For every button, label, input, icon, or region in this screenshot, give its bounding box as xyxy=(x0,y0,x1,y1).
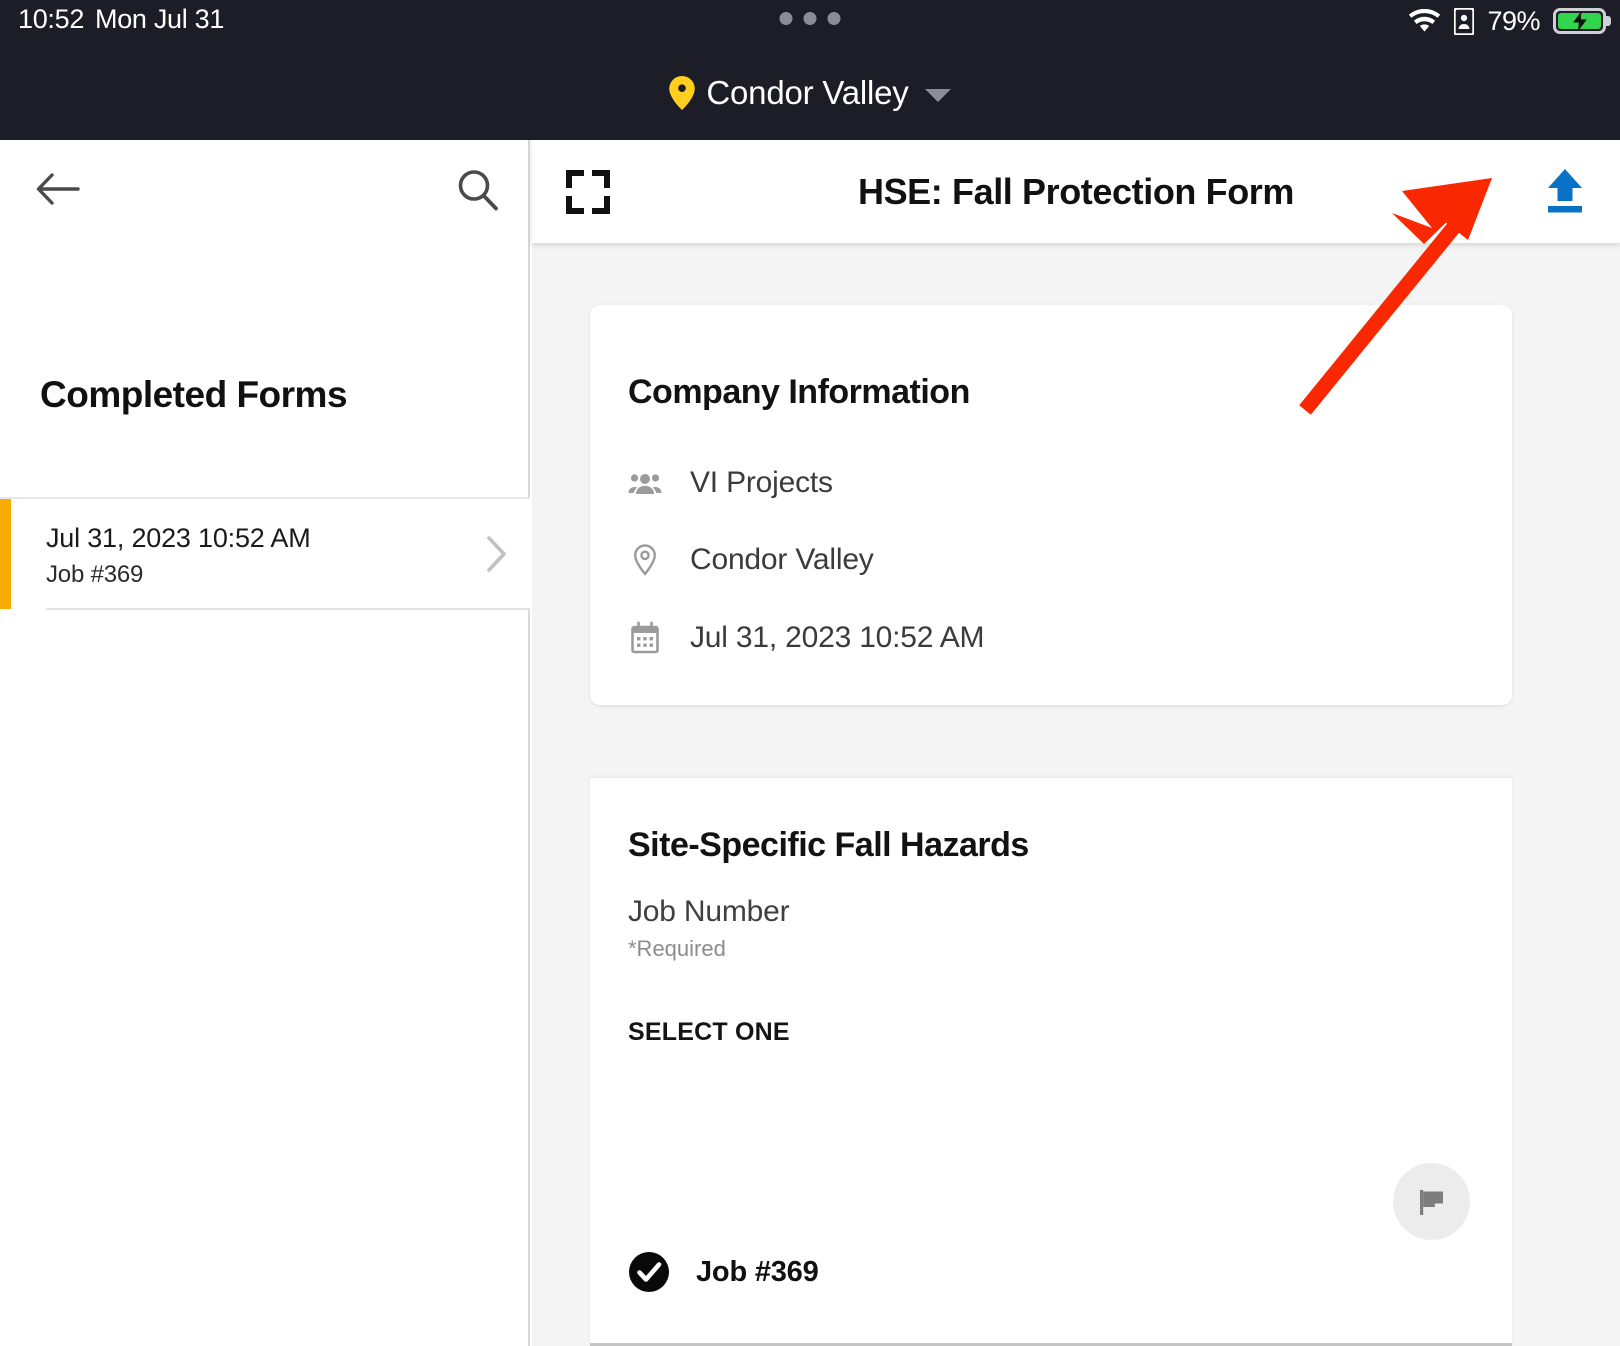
battery-fill xyxy=(1558,10,1601,32)
upload-icon[interactable] xyxy=(1540,166,1590,216)
option-label: Job #369 xyxy=(696,1255,819,1288)
battery-percent: 79% xyxy=(1487,5,1540,36)
company-name: VI Projects xyxy=(690,466,833,499)
form-detail-header: HSE: Fall Protection Form xyxy=(532,140,1620,243)
company-row-company: VI Projects xyxy=(628,466,833,500)
sidebar-toolbar xyxy=(0,140,530,250)
flag-icon xyxy=(1419,1189,1443,1215)
company-date: Jul 31, 2023 10:52 AM xyxy=(690,621,985,654)
select-one-instruction: SELECT ONE xyxy=(628,1018,790,1046)
search-icon[interactable] xyxy=(454,166,502,214)
flag-button[interactable] xyxy=(1393,1163,1470,1240)
status-bar-right-cluster: 79% xyxy=(1408,0,1606,42)
battery-charging-icon xyxy=(1553,8,1606,34)
required-note: *Required xyxy=(628,936,726,961)
people-group-icon xyxy=(628,474,662,494)
dot-2 xyxy=(803,12,817,25)
company-row-location: Condor Valley xyxy=(628,543,874,577)
field-label-job-number: Job Number xyxy=(628,895,790,928)
check-circle-icon xyxy=(629,1252,669,1292)
list-item-title: Jul 31, 2023 10:52 AM xyxy=(46,523,311,553)
card-heading: Site-Specific Fall Hazards xyxy=(628,826,1029,864)
three-dots-indicator xyxy=(779,12,841,25)
top-chrome: 10:52 Mon Jul 31 79% Condor Valley xyxy=(0,0,1620,140)
form-title: HSE: Fall Protection Form xyxy=(857,170,1295,212)
list-item[interactable]: Jul 31, 2023 10:52 AM Job #369 xyxy=(0,499,530,609)
site-specific-fall-hazards-card: Site-Specific Fall Hazards Job Number *R… xyxy=(590,778,1512,1346)
back-arrow-icon[interactable] xyxy=(36,172,80,206)
company-information-card: Company Information VI Projects Condor V… xyxy=(590,305,1512,705)
company-row-date: Jul 31, 2023 10:52 AM xyxy=(628,621,985,655)
location-selector[interactable]: Condor Valley xyxy=(0,48,1620,138)
page-title: Completed Forms xyxy=(40,374,348,415)
chevron-down-icon[interactable] xyxy=(924,88,951,102)
list-item-subtitle: Job #369 xyxy=(46,561,144,588)
status-bar-time: 10:52 xyxy=(18,4,85,34)
company-location: Condor Valley xyxy=(690,543,874,576)
option-job-369[interactable]: Job #369 xyxy=(628,1251,819,1293)
completed-forms-sidebar: Completed Forms Jul 31, 2023 10:52 AM Jo… xyxy=(0,140,530,1346)
card-heading: Company Information xyxy=(628,373,970,411)
row-accent-bar xyxy=(0,499,11,609)
form-detail-pane: HSE: Fall Protection Form Company Inform… xyxy=(532,140,1620,1346)
app-screen: 10:52 Mon Jul 31 79% Condor Valley Compl… xyxy=(0,0,1620,1346)
list-item-divider xyxy=(46,608,530,610)
location-name: Condor Valley xyxy=(706,74,909,111)
status-bar-date: Mon Jul 31 xyxy=(95,4,225,34)
dot-1 xyxy=(779,12,793,25)
dot-3 xyxy=(827,12,841,25)
charging-bolt-icon xyxy=(1572,10,1587,32)
id-card-icon xyxy=(1454,7,1475,35)
location-pin-icon xyxy=(669,76,696,110)
status-bar: 10:52 Mon Jul 31 79% xyxy=(0,0,1620,42)
chevron-right-icon xyxy=(487,536,506,572)
location-pin-outline-icon xyxy=(633,544,657,576)
calendar-icon xyxy=(631,621,659,654)
wifi-icon xyxy=(1409,8,1441,32)
